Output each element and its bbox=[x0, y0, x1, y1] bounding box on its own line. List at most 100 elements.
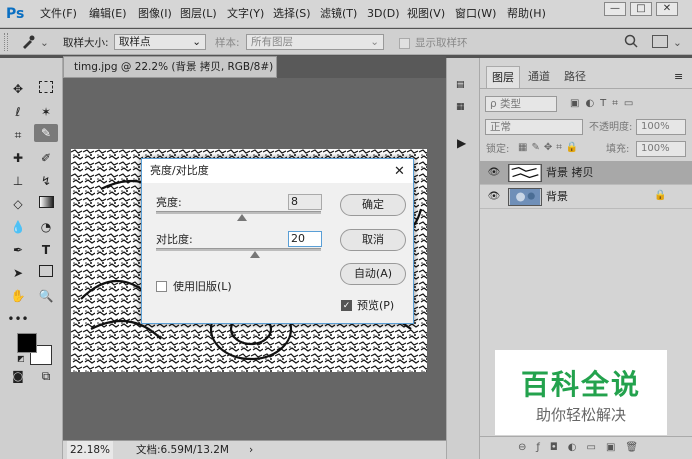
brightness-label: 亮度: bbox=[156, 196, 182, 209]
sample-label: 样本: bbox=[215, 37, 240, 49]
layer-filter-icons[interactable]: ▣◐T⌗▭ bbox=[570, 98, 680, 112]
workspace-icon[interactable] bbox=[652, 35, 668, 48]
gradient-tool-icon[interactable] bbox=[34, 195, 58, 213]
tool-preset-arrow[interactable]: ⌄ bbox=[40, 36, 49, 50]
layer-actions-bar[interactable]: ⊖ƒ◘◐▭▣🗑 bbox=[480, 436, 692, 459]
chevron-down-icon: ⌄ bbox=[192, 36, 201, 48]
dialog-title-bar[interactable]: 亮度/对比度 bbox=[142, 159, 413, 183]
tab-strip bbox=[277, 56, 446, 78]
opacity-label: 不透明度: bbox=[589, 122, 633, 133]
fill-input[interactable]: 100% bbox=[636, 141, 686, 157]
eyedropper-icon[interactable] bbox=[20, 34, 36, 50]
sample-size-value: 取样点 bbox=[119, 36, 151, 48]
restore-button[interactable]: □ bbox=[630, 2, 652, 16]
visibility-eye-icon[interactable]: 👁 bbox=[487, 190, 501, 204]
contrast-label: 对比度: bbox=[156, 233, 193, 246]
history-panel-icon[interactable]: ▤ bbox=[456, 78, 472, 92]
preview-label: 预览(P) bbox=[357, 299, 395, 312]
close-window-button[interactable]: ✕ bbox=[656, 2, 678, 16]
menu-image[interactable]: 图像(I) bbox=[138, 6, 172, 22]
lasso-tool-icon[interactable]: ℓ bbox=[6, 103, 30, 121]
panel-menu-icon[interactable]: ≡ bbox=[674, 70, 683, 83]
menu-help[interactable]: 帮助(H) bbox=[507, 6, 546, 22]
marquee-tool-icon[interactable] bbox=[34, 80, 58, 98]
show-ring-checkbox[interactable] bbox=[399, 38, 410, 49]
lock-icons[interactable]: ▦✎✥⌗🔒 bbox=[518, 142, 598, 156]
document-size: 文档:6.59M/13.2M bbox=[136, 444, 229, 456]
opacity-input[interactable]: 100% bbox=[636, 119, 686, 135]
hand-tool-icon[interactable]: ✋ bbox=[6, 287, 30, 305]
tab-divider bbox=[480, 88, 692, 89]
layer-thumbnail bbox=[508, 188, 542, 206]
eraser-tool-icon[interactable]: ◇ bbox=[6, 195, 30, 213]
magic-wand-tool-icon[interactable]: ✶ bbox=[34, 103, 58, 121]
tab-paths[interactable]: 路径 bbox=[558, 66, 592, 88]
healing-brush-tool-icon[interactable]: ✚ bbox=[6, 149, 30, 167]
default-colors-icon[interactable]: ◩ bbox=[17, 355, 25, 363]
filter-type-select[interactable]: ρ 类型 bbox=[485, 96, 557, 112]
photoshop-logo: Ps bbox=[6, 6, 25, 22]
sample-select[interactable]: 所有图层 ⌄ bbox=[246, 34, 384, 50]
layer-name[interactable]: 背景 bbox=[546, 190, 568, 204]
cancel-button[interactable]: 取消 bbox=[340, 229, 406, 251]
blur-tool-icon[interactable]: 💧 bbox=[6, 218, 30, 236]
pen-tool-icon[interactable]: ✒ bbox=[6, 241, 30, 259]
menu-layer[interactable]: 图层(L) bbox=[180, 6, 217, 22]
layer-name[interactable]: 背景 拷贝 bbox=[546, 166, 594, 180]
clone-stamp-tool-icon[interactable]: ⊥ bbox=[6, 172, 30, 190]
path-selection-tool-icon[interactable]: ➤ bbox=[6, 264, 30, 282]
contrast-slider[interactable] bbox=[156, 248, 321, 251]
move-tool-icon[interactable]: ✥ bbox=[6, 80, 30, 98]
visibility-eye-icon[interactable]: 👁 bbox=[487, 166, 501, 180]
menu-window[interactable]: 窗口(W) bbox=[455, 6, 496, 22]
auto-button[interactable]: 自动(A) bbox=[340, 263, 406, 285]
tab-layers[interactable]: 图层 bbox=[486, 66, 520, 88]
zoom-tool-icon[interactable]: 🔍 bbox=[34, 287, 58, 305]
tab-channels[interactable]: 通道 bbox=[522, 66, 556, 88]
preview-checkbox[interactable]: ✓ bbox=[341, 300, 352, 311]
options-bar: ⌄ 取样大小: 取样点 ⌄ 样本: 所有图层 ⌄ 显示取样环 ⌄ bbox=[0, 29, 692, 55]
type-tool-icon[interactable]: T bbox=[34, 241, 58, 259]
rectangle-tool-icon[interactable] bbox=[34, 264, 58, 282]
workspace-chevron-icon[interactable]: ⌄ bbox=[673, 36, 682, 50]
layer-row-background-copy[interactable]: 👁 背景 拷贝 bbox=[480, 161, 692, 185]
menu-edit[interactable]: 编辑(E) bbox=[89, 6, 127, 22]
properties-panel-icon[interactable]: ▦ bbox=[456, 100, 472, 114]
brush-tool-icon[interactable]: ✐ bbox=[34, 149, 58, 167]
menu-select[interactable]: 选择(S) bbox=[273, 6, 311, 22]
blend-mode-value: 正常 bbox=[490, 121, 511, 133]
blend-mode-select[interactable]: 正常 bbox=[485, 119, 583, 135]
menu-file[interactable]: 文件(F) bbox=[40, 6, 77, 22]
menu-view[interactable]: 视图(V) bbox=[407, 6, 445, 22]
brightness-slider-thumb[interactable] bbox=[236, 214, 247, 221]
more-tools-icon[interactable]: ••• bbox=[6, 310, 30, 328]
quick-mask-icon[interactable]: ◙ bbox=[6, 367, 30, 385]
watermark: 百科全说 助你轻松解决 bbox=[495, 350, 667, 435]
brightness-input[interactable]: 8 bbox=[288, 194, 322, 210]
dodge-tool-icon[interactable]: ◔ bbox=[34, 218, 58, 236]
legacy-checkbox[interactable] bbox=[156, 281, 167, 292]
menu-type[interactable]: 文字(Y) bbox=[227, 6, 264, 22]
sample-size-select[interactable]: 取样点 ⌄ bbox=[114, 34, 206, 50]
dialog-title: 亮度/对比度 bbox=[150, 164, 209, 177]
layer-row-background[interactable]: 👁 背景 🔒 bbox=[480, 185, 692, 209]
history-brush-tool-icon[interactable]: ↯ bbox=[34, 172, 58, 190]
status-arrow-icon[interactable]: › bbox=[249, 441, 253, 459]
eyedropper-tool-icon[interactable]: ✎ bbox=[34, 124, 58, 142]
sample-size-label: 取样大小: bbox=[63, 37, 109, 49]
menu-3d[interactable]: 3D(D) bbox=[367, 6, 400, 22]
zoom-level[interactable]: 22.18% bbox=[67, 441, 114, 459]
ok-button[interactable]: 确定 bbox=[340, 194, 406, 216]
minimize-button[interactable]: — bbox=[604, 2, 626, 16]
document-tab[interactable]: timg.jpg @ 22.2% (背景 拷贝, RGB/8#) * × bbox=[63, 56, 302, 78]
actions-play-icon[interactable]: ▶ bbox=[457, 136, 473, 150]
dialog-close-icon[interactable]: ✕ bbox=[394, 164, 405, 179]
contrast-slider-thumb[interactable] bbox=[250, 251, 260, 258]
foreground-color-swatch[interactable] bbox=[17, 333, 37, 353]
screen-mode-icon[interactable]: ⧉ bbox=[34, 367, 58, 385]
search-icon[interactable] bbox=[624, 34, 638, 48]
contrast-input[interactable]: 20 bbox=[288, 231, 322, 247]
crop-tool-icon[interactable]: ⌗ bbox=[6, 126, 30, 144]
menu-filter[interactable]: 滤镜(T) bbox=[320, 6, 357, 22]
options-grip[interactable] bbox=[4, 33, 8, 51]
